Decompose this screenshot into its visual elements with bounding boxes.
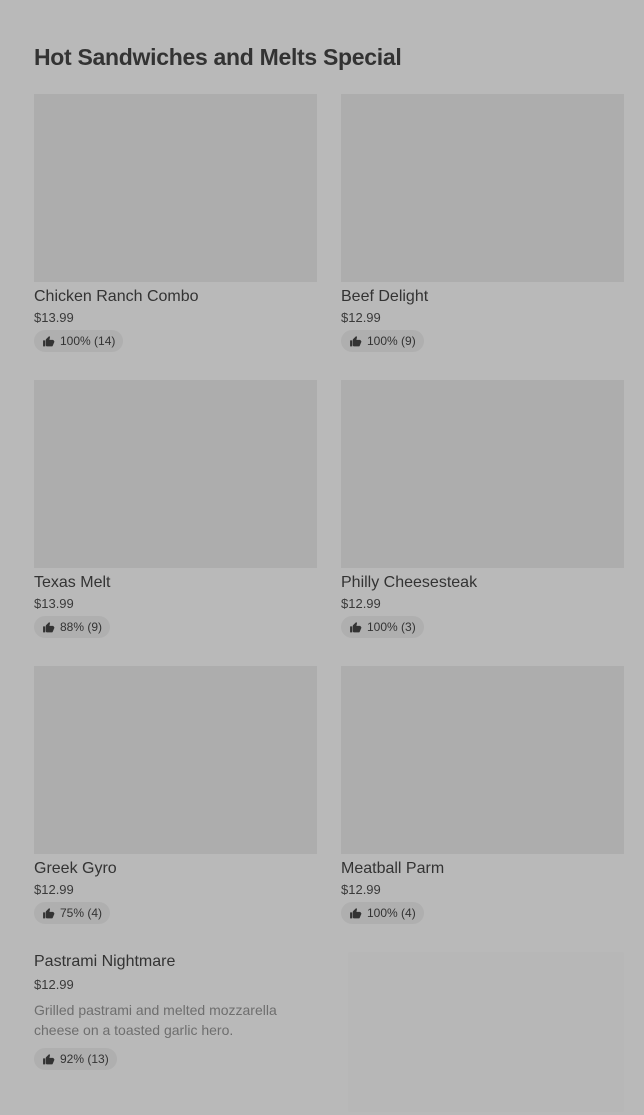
rating-text: 100% (14) [60, 334, 116, 348]
thumbs-up-icon [350, 621, 362, 632]
rating-badge: 75% (4) [34, 902, 111, 924]
section-title: Hot Sandwiches and Melts Special [34, 44, 402, 70]
item-name: Beef Delight [341, 288, 429, 305]
item-name: Texas Melt [34, 574, 111, 591]
item-price: $12.99 [341, 596, 381, 611]
featured-item-details: Pastrami Nightmare $12.99 Grilled pastra… [34, 952, 324, 1071]
item-name: Meatball Parm [341, 860, 445, 877]
item-price: $13.99 [34, 310, 74, 325]
item-name: Chicken Ranch Combo [34, 288, 199, 305]
featured-item-image-placeholder [348, 952, 624, 1112]
featured-item-price: $12.99 [34, 977, 74, 992]
thumbs-up-icon [350, 907, 362, 918]
item-price: $12.99 [34, 882, 74, 897]
item-price: $13.99 [34, 596, 74, 611]
thumbs-up-icon [350, 335, 362, 346]
featured-item-name: Pastrami Nightmare [34, 953, 176, 970]
item-image-placeholder [34, 666, 317, 854]
rating-text: 100% (3) [367, 620, 416, 634]
featured-item-description: Grilled pastrami and melted mozzarella c… [34, 1002, 277, 1038]
thumbs-up-icon [43, 907, 55, 918]
rating-badge: 88% (9) [34, 616, 111, 638]
rating-badge: 100% (4) [341, 902, 424, 924]
rating-text: 75% (4) [60, 906, 103, 920]
menu-item-card[interactable]: Meatball Parm $12.99 100% (4) [341, 666, 624, 928]
rating-badge: 92% (13) [34, 1048, 117, 1070]
rating-badge: 100% (9) [341, 330, 424, 352]
menu-item-card[interactable]: Philly Cheesesteak $12.99 100% (3) [341, 380, 624, 642]
item-image-placeholder [341, 380, 624, 568]
menu-item-card[interactable]: Greek Gyro $12.99 75% (4) [34, 666, 317, 928]
rating-text: 100% (4) [367, 906, 416, 920]
item-image-placeholder [341, 94, 624, 282]
rating-badge: 100% (14) [34, 330, 124, 352]
menu-item-grid: Chicken Ranch Combo $13.99 100% (14) Bee… [34, 94, 624, 928]
rating-text: 100% (9) [367, 334, 416, 348]
menu-item-card[interactable]: Beef Delight $12.99 100% (9) [341, 94, 624, 356]
item-price: $12.99 [341, 310, 381, 325]
item-price: $12.99 [341, 882, 381, 897]
rating-text: 92% (13) [60, 1052, 109, 1066]
item-name: Philly Cheesesteak [341, 574, 478, 591]
rating-badge: 100% (3) [341, 616, 424, 638]
thumbs-up-icon [43, 335, 55, 346]
rating-text: 88% (9) [60, 620, 103, 634]
thumbs-up-icon [43, 1053, 55, 1064]
item-image-placeholder [341, 666, 624, 854]
item-name: Greek Gyro [34, 860, 117, 877]
item-image-placeholder [34, 380, 317, 568]
menu-item-card[interactable]: Chicken Ranch Combo $13.99 100% (14) [34, 94, 317, 356]
menu-item-card[interactable]: Texas Melt $13.99 88% (9) [34, 380, 317, 642]
thumbs-up-icon [43, 621, 55, 632]
featured-menu-item[interactable]: Pastrami Nightmare $12.99 Grilled pastra… [34, 952, 624, 1115]
item-image-placeholder [34, 94, 317, 282]
